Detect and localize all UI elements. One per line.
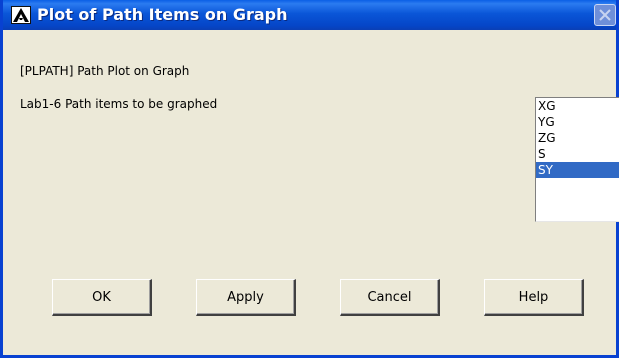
list-item[interactable]: S	[536, 146, 619, 162]
ansys-logo-icon	[11, 6, 31, 24]
apply-button[interactable]: Apply	[196, 279, 296, 316]
list-item[interactable]: YG	[536, 114, 619, 130]
list-item-selected[interactable]: SY	[536, 162, 619, 178]
list-item[interactable]: XG	[536, 98, 619, 114]
window-title: Plot of Path Items on Graph	[37, 5, 288, 24]
path-items-label: Lab1-6 Path items to be graphed	[20, 97, 218, 111]
cancel-button[interactable]: Cancel	[340, 279, 440, 316]
close-icon[interactable]	[594, 4, 616, 26]
path-items-listbox[interactable]: XG YG ZG S SY	[535, 97, 619, 222]
ok-button[interactable]: OK	[52, 279, 152, 316]
command-label: [PLPATH] Path Plot on Graph	[20, 64, 190, 78]
title-bar[interactable]: Plot of Path Items on Graph	[3, 0, 616, 30]
help-button[interactable]: Help	[484, 279, 584, 316]
list-item[interactable]: ZG	[536, 130, 619, 146]
dialog-window: Plot of Path Items on Graph [PLPATH] Pat…	[0, 0, 619, 358]
